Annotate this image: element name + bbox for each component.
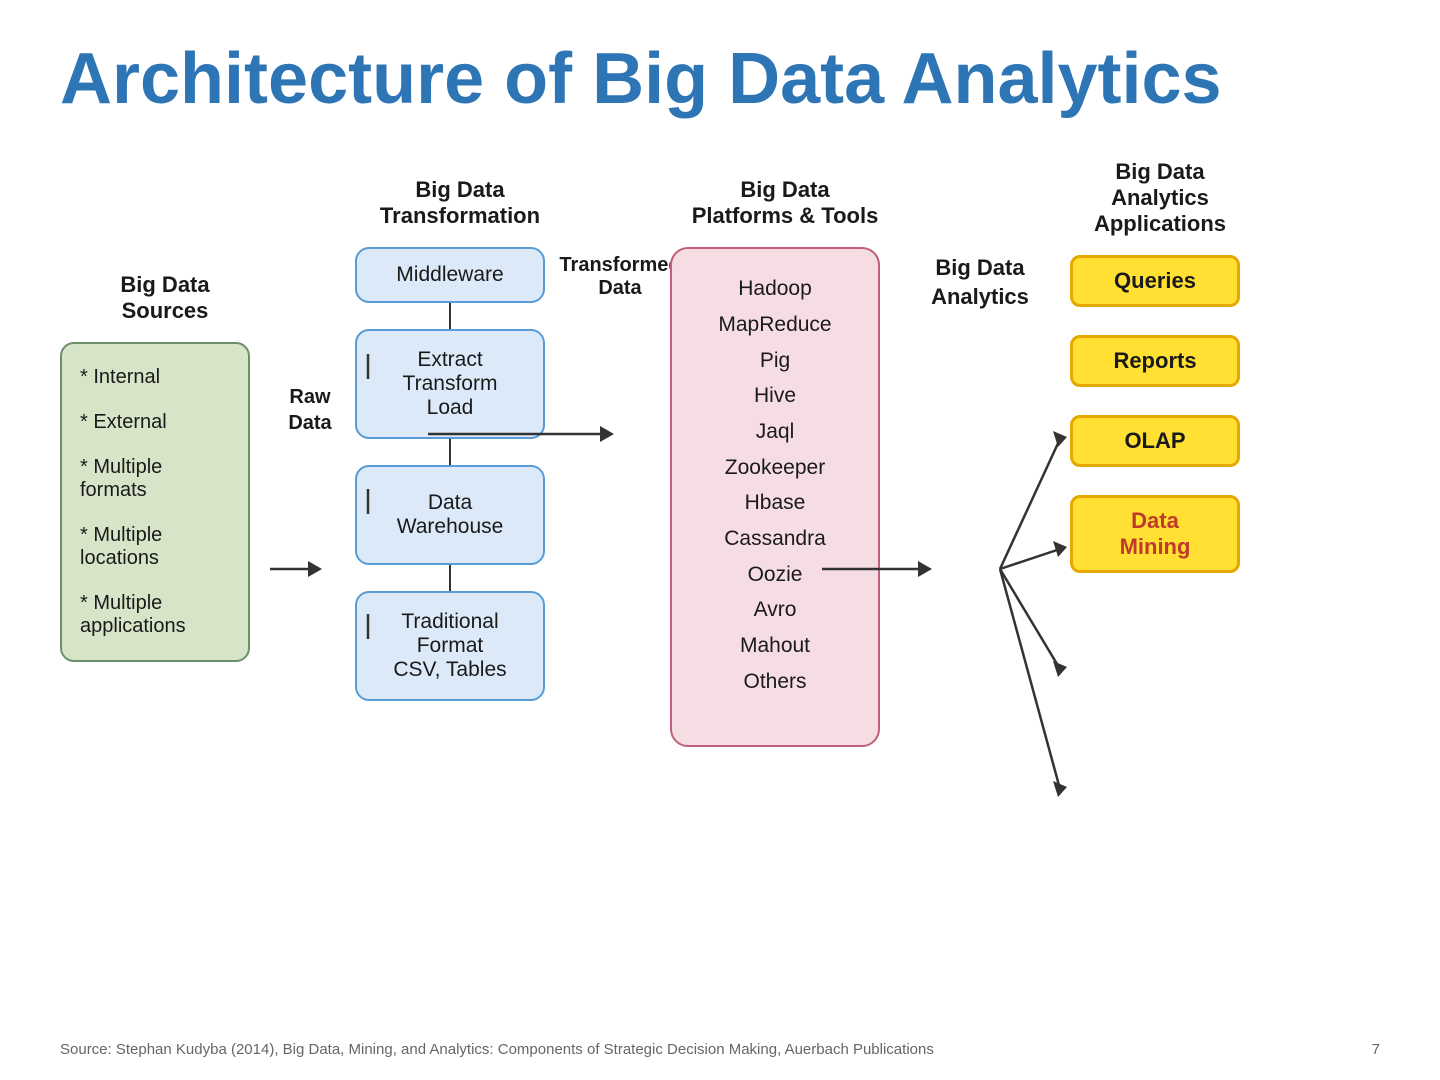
platforms-header: Big DataPlatforms & Tools	[670, 159, 900, 229]
source-applications: * Multipleapplications	[80, 592, 230, 638]
raw-data-label: RawData	[288, 384, 331, 436]
footer-source: Source: Stephan Kudyba (2014), Big Data,…	[60, 1041, 934, 1058]
etl-box: ExtractTransformLoad	[355, 329, 545, 439]
slide: Architecture of Big Data Analytics	[0, 0, 1440, 1080]
col-platforms: Big DataPlatforms & Tools HadoopMapReduc…	[670, 159, 900, 747]
diagram: Big Data Sources * Internal * External *…	[60, 159, 1380, 889]
platforms-box: HadoopMapReducePigHiveJaqlZookeeperHbase…	[670, 247, 880, 747]
footer: Source: Stephan Kudyba (2014), Big Data,…	[0, 1041, 1440, 1058]
col-apps: Big DataAnalyticsApplications Queries Re…	[1060, 159, 1260, 573]
olap-box: OLAP	[1070, 415, 1240, 467]
transform-stack: Middleware ExtractTransformLoad DataWare…	[350, 247, 550, 701]
page-number: 7	[1372, 1041, 1380, 1058]
reports-box: Reports	[1070, 335, 1240, 387]
source-formats: * Multipleformats	[80, 456, 230, 502]
page-title: Architecture of Big Data Analytics	[60, 40, 1380, 119]
source-external: * External	[80, 411, 230, 434]
vline3	[449, 565, 451, 591]
traditional-box: TraditionalFormatCSV, Tables	[355, 591, 545, 701]
col-sources: Big Data Sources * Internal * External *…	[60, 159, 270, 662]
transform-header: Big DataTransformation	[350, 159, 570, 229]
raw-data-arrow-col: RawData	[270, 289, 350, 436]
col-transformation: Big DataTransformation Middleware Extrac…	[350, 159, 570, 701]
apps-stack: Queries Reports OLAP DataMining	[1060, 255, 1250, 573]
source-internal: * Internal	[80, 366, 230, 389]
datamining-box: DataMining	[1070, 495, 1240, 573]
vline1	[449, 303, 451, 329]
sources-header-text: Big Data Sources	[120, 272, 209, 324]
datawarehouse-box: DataWarehouse	[355, 465, 545, 565]
middleware-box: Middleware	[355, 247, 545, 303]
vline2	[449, 439, 451, 465]
analytics-label: Big DataAnalytics	[931, 254, 1029, 311]
apps-header: Big DataAnalyticsApplications	[1060, 159, 1260, 237]
sources-box: * Internal * External * Multipleformats …	[60, 342, 250, 662]
source-locations: * Multiplelocations	[80, 524, 230, 570]
analytics-col: Big DataAnalytics	[900, 159, 1060, 311]
transformed-data-label: TransformedData	[559, 254, 680, 300]
queries-box: Queries	[1070, 255, 1240, 307]
transformed-data-col: TransformedData	[570, 159, 670, 308]
sources-header: Big Data Sources	[60, 254, 270, 324]
